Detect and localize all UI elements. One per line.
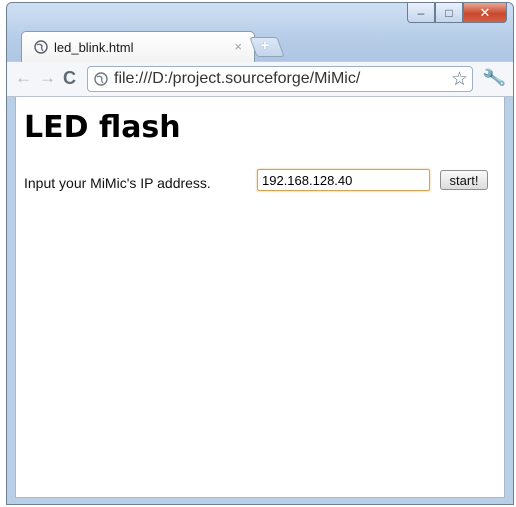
reload-button[interactable]: C — [63, 68, 76, 88]
close-window-button[interactable]: ✕ — [463, 3, 507, 23]
tab-title: led_blink.html — [54, 40, 134, 55]
maximize-button[interactable]: □ — [435, 3, 463, 23]
globe-icon — [34, 40, 48, 54]
new-tab-button[interactable]: + — [249, 37, 285, 57]
address-bar[interactable]: file:///D:/project.sourceforge/MiMic/ ☆ — [87, 66, 473, 92]
browser-window: – □ ✕ led_blink.html × + ← → C file:///D… — [6, 2, 514, 505]
toolbar: ← → C file:///D:/project.sourceforge/MiM… — [7, 62, 513, 97]
minimize-button[interactable]: – — [407, 3, 435, 23]
window-controls: – □ ✕ — [407, 3, 507, 23]
title-bar: – □ ✕ led_blink.html × + — [7, 3, 513, 64]
url-text[interactable]: file:///D:/project.sourceforge/MiMic/ — [114, 70, 442, 88]
wrench-menu-icon[interactable]: 🔧 — [481, 66, 507, 91]
page-title: LED flash — [24, 110, 181, 145]
plus-icon: + — [260, 37, 270, 54]
forward-button[interactable]: → — [39, 68, 56, 88]
page-content: LED flash Input your MiMic's IP address.… — [15, 97, 505, 498]
back-button[interactable]: ← — [15, 68, 32, 88]
start-button[interactable]: start! — [440, 170, 488, 190]
tab-close-icon[interactable]: × — [234, 39, 242, 54]
tab-led-blink[interactable]: led_blink.html × — [21, 31, 255, 64]
bookmark-star-icon[interactable]: ☆ — [451, 68, 468, 91]
ip-address-input[interactable] — [257, 169, 430, 191]
page-info-icon[interactable] — [94, 72, 108, 86]
ip-prompt-label: Input your MiMic's IP address. — [24, 175, 211, 191]
